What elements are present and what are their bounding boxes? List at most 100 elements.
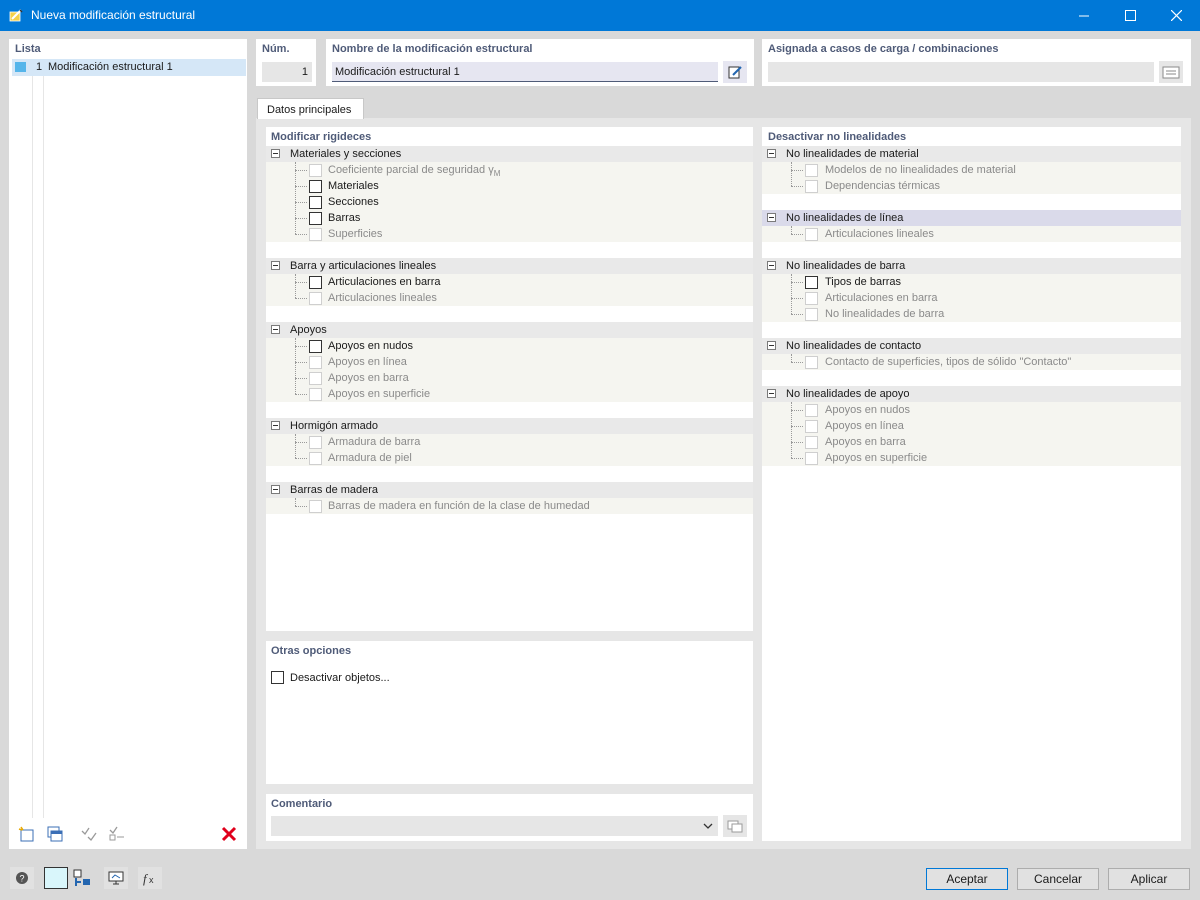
tree-item-label: Apoyos en barra — [328, 372, 409, 384]
tree-group[interactable]: No linealidades de material — [762, 146, 1181, 162]
tree-item-checkbox — [805, 308, 818, 321]
select-loadcases-icon[interactable] — [1159, 61, 1183, 83]
tree-item-label: Apoyos en superficie — [328, 388, 431, 400]
tree-item-checkbox[interactable] — [309, 180, 322, 193]
chevron-down-icon[interactable] — [703, 821, 713, 833]
tree-item-label: Articulaciones lineales — [825, 228, 934, 240]
accept-button[interactable]: Aceptar — [926, 868, 1008, 890]
color-swatch[interactable] — [44, 867, 68, 889]
tree-item-label: Armadura de barra — [328, 436, 421, 448]
collapse-icon[interactable] — [271, 485, 280, 494]
comment-section: Comentario — [266, 794, 753, 841]
svg-text:x: x — [149, 875, 154, 885]
uncheck-all-icon[interactable] — [105, 823, 129, 845]
units-icon[interactable] — [70, 867, 94, 889]
tree-item: Articulaciones lineales — [266, 290, 753, 306]
help-icon[interactable]: ? — [10, 867, 34, 889]
tree-item-label: Apoyos en nudos — [328, 340, 414, 352]
tree-group[interactable]: Apoyos — [266, 322, 753, 338]
collapse-icon[interactable] — [271, 421, 280, 430]
tree-item-label: Articulaciones lineales — [328, 292, 437, 304]
tree-item-checkbox — [805, 180, 818, 193]
tree-item-label: Contacto de superficies, tipos de sólido… — [825, 356, 1072, 368]
tree-item-checkbox[interactable] — [309, 212, 322, 225]
tree-item[interactable]: Tipos de barras — [762, 274, 1181, 290]
name-panel: Nombre de la modificación estructural Mo… — [326, 39, 754, 86]
collapse-icon[interactable] — [767, 149, 776, 158]
tree-item-checkbox[interactable] — [309, 196, 322, 209]
list-item[interactable]: 1 Modificación estructural 1 — [12, 59, 246, 76]
tree-item[interactable]: Materiales — [266, 178, 753, 194]
delete-icon[interactable] — [217, 823, 241, 845]
tree-item-label: Apoyos en línea — [825, 420, 904, 432]
collapse-icon[interactable] — [271, 261, 280, 270]
collapse-icon[interactable] — [767, 261, 776, 270]
close-button[interactable] — [1153, 0, 1199, 31]
tree-item[interactable]: Barras — [266, 210, 753, 226]
collapse-icon[interactable] — [271, 149, 280, 158]
formula-icon[interactable]: fx — [138, 867, 162, 889]
tree-group[interactable]: Hormigón armado — [266, 418, 753, 434]
collapse-icon[interactable] — [271, 325, 280, 334]
tree-group[interactable]: No linealidades de apoyo — [762, 386, 1181, 402]
comment-library-icon[interactable] — [723, 815, 747, 837]
tree-item-checkbox — [309, 164, 322, 177]
copy-item-icon[interactable] — [43, 823, 67, 845]
tree-item-checkbox[interactable] — [805, 276, 818, 289]
tree-group-label: Barras de madera — [290, 484, 379, 496]
svg-text:?: ? — [19, 874, 24, 884]
name-input[interactable]: Modificación estructural 1 — [332, 62, 718, 82]
tree-group[interactable]: Barra y articulaciones lineales — [266, 258, 753, 274]
collapse-icon[interactable] — [767, 213, 776, 222]
tree-item-label: Barras de madera en función de la clase … — [328, 500, 590, 512]
app-icon — [9, 8, 24, 23]
tree-item-checkbox — [309, 388, 322, 401]
comment-input[interactable] — [271, 816, 718, 836]
tree-item[interactable]: Secciones — [266, 194, 753, 210]
list-header: Lista — [15, 43, 41, 55]
tree-item[interactable]: Apoyos en nudos — [266, 338, 753, 354]
tree-item: No linealidades de barra — [762, 306, 1181, 322]
stiffness-header: Modificar rigideces — [271, 131, 372, 143]
tree-item-checkbox — [309, 452, 322, 465]
tree-group-label: No linealidades de barra — [786, 260, 906, 272]
number-panel: Núm. 1 — [256, 39, 316, 86]
tree-group[interactable]: No linealidades de barra — [762, 258, 1181, 274]
tree-item: Apoyos en línea — [762, 418, 1181, 434]
tree-item-checkbox — [805, 164, 818, 177]
tree-item-checkbox — [309, 372, 322, 385]
tree-group-label: No linealidades de material — [786, 148, 919, 160]
tree-item-checkbox — [309, 292, 322, 305]
deactivate-objects-checkbox[interactable] — [271, 671, 284, 684]
tab-datos-principales[interactable]: Datos principales — [257, 98, 364, 119]
tree-group[interactable]: Materiales y secciones — [266, 146, 753, 162]
nonlinearity-header: Desactivar no linealidades — [768, 131, 907, 143]
collapse-icon[interactable] — [767, 341, 776, 350]
minimize-button[interactable] — [1061, 0, 1107, 31]
view-icon[interactable] — [104, 867, 128, 889]
tree-item-checkbox — [309, 436, 322, 449]
tree-group[interactable]: No linealidades de contacto — [762, 338, 1181, 354]
tree-item: Dependencias térmicas — [762, 178, 1181, 194]
tree-item: Barras de madera en función de la clase … — [266, 498, 753, 514]
comment-header: Comentario — [271, 798, 333, 810]
tree-group[interactable]: No linealidades de línea — [762, 210, 1181, 226]
edit-name-icon[interactable] — [723, 61, 747, 83]
tree-item: Apoyos en barra — [762, 434, 1181, 450]
collapse-icon[interactable] — [767, 389, 776, 398]
tree-item-checkbox[interactable] — [309, 340, 322, 353]
check-all-icon[interactable] — [77, 823, 101, 845]
tree-item-label: Coeficiente parcial de seguridad γM — [328, 164, 501, 179]
cancel-button[interactable]: Cancelar — [1017, 868, 1099, 890]
maximize-button[interactable] — [1107, 0, 1153, 31]
tree-item[interactable]: Articulaciones en barra — [266, 274, 753, 290]
tree-group-label: Materiales y secciones — [290, 148, 402, 160]
tree-item-label: Articulaciones en barra — [825, 292, 938, 304]
tree-group[interactable]: Barras de madera — [266, 482, 753, 498]
apply-button[interactable]: Aplicar — [1108, 868, 1190, 890]
other-options-section: Otras opciones Desactivar objetos... — [266, 641, 753, 784]
tree-group-label: No linealidades de contacto — [786, 340, 922, 352]
tree-item-checkbox — [805, 356, 818, 369]
new-item-icon[interactable] — [15, 823, 39, 845]
tree-item-checkbox[interactable] — [309, 276, 322, 289]
